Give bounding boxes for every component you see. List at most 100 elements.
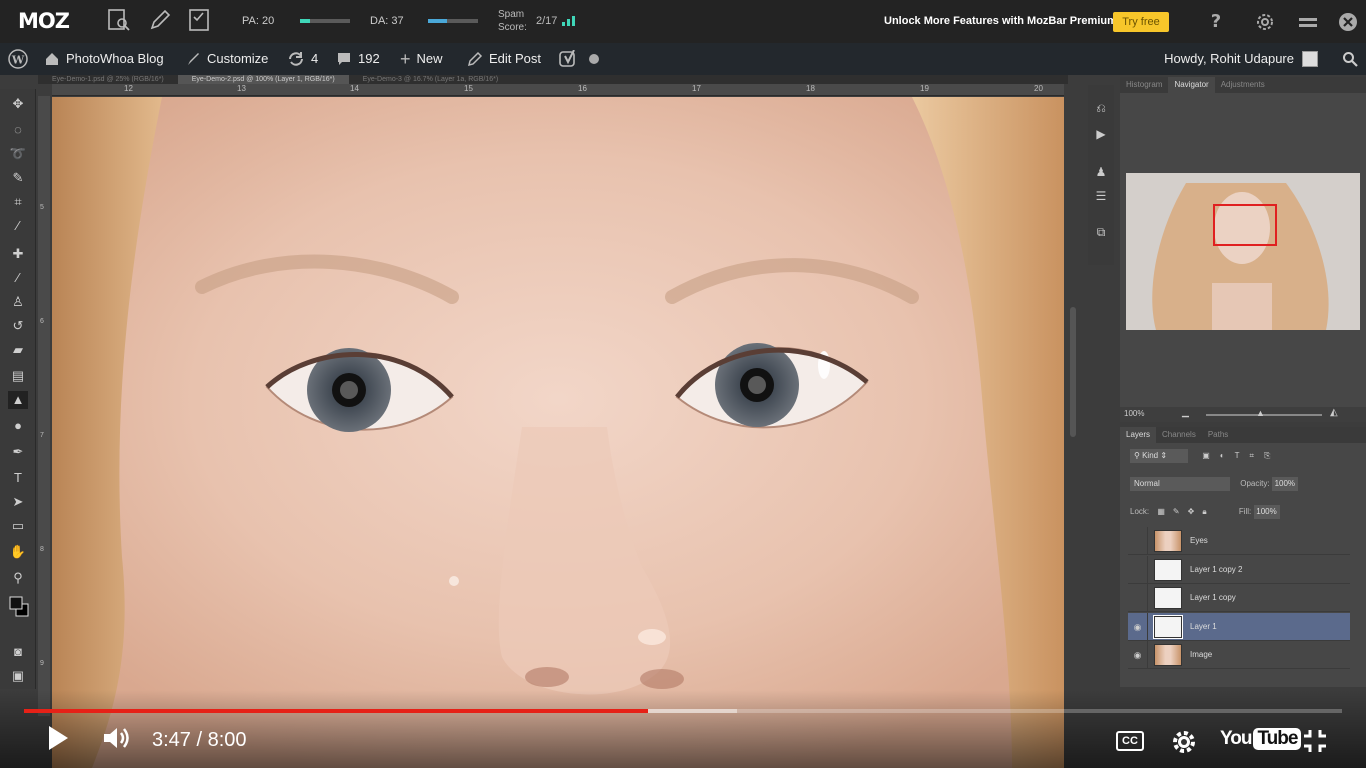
adjust-sliders-icon[interactable]: ☰ bbox=[1093, 189, 1109, 205]
layer-visibility-eye-icon[interactable] bbox=[1128, 527, 1148, 555]
site-name-link[interactable]: PhotoWhoa Blog bbox=[44, 43, 164, 75]
history-brush-tool-icon[interactable]: ↺ bbox=[8, 317, 28, 335]
minimize-bar-icon[interactable] bbox=[1296, 10, 1320, 34]
zoom-out-icon[interactable]: ▁ bbox=[1182, 407, 1189, 418]
blend-mode-select[interactable]: Normal bbox=[1130, 477, 1230, 491]
video-progress-bar[interactable] bbox=[24, 709, 1342, 713]
edit-post-link[interactable]: Edit Post bbox=[467, 43, 541, 75]
clone-stamp-tool-icon[interactable]: ♙ bbox=[8, 293, 28, 311]
wordpress-logo-icon[interactable]: W bbox=[8, 43, 28, 75]
path-select-tool-icon[interactable]: ➤ bbox=[8, 493, 28, 511]
exit-fullscreen-button[interactable] bbox=[1302, 728, 1328, 759]
da-bar-fill bbox=[428, 19, 447, 23]
serp-overlay-icon[interactable] bbox=[187, 7, 213, 33]
layer-thumbnail bbox=[1154, 644, 1182, 666]
layer-row[interactable]: Layer 1 copy bbox=[1128, 584, 1350, 612]
tab-layers[interactable]: Layers bbox=[1120, 427, 1157, 443]
customize-link[interactable]: Customize bbox=[185, 43, 268, 75]
seo-status-dot-icon[interactable] bbox=[588, 43, 600, 75]
quick-select-tool-icon[interactable]: ✎ bbox=[8, 169, 28, 187]
healing-brush-tool-icon[interactable]: ✚ bbox=[8, 245, 28, 263]
crop-tool-icon[interactable]: ⌗ bbox=[8, 193, 28, 211]
dodge-tool-icon[interactable]: ● bbox=[8, 417, 28, 435]
layer-thumbnail bbox=[1154, 558, 1182, 581]
da-bar bbox=[428, 19, 478, 23]
marquee-tool-icon[interactable]: ◌ bbox=[8, 121, 28, 139]
gradient-tool-icon[interactable]: ▤ bbox=[8, 367, 28, 385]
fill-input[interactable]: 100% bbox=[1253, 505, 1280, 519]
brush-preset-icon[interactable]: ♟ bbox=[1093, 165, 1109, 181]
clone-source-icon[interactable]: ⧉ bbox=[1093, 225, 1109, 241]
updates-count: 4 bbox=[311, 51, 319, 66]
comments-link[interactable]: 192 bbox=[336, 43, 380, 75]
layer-row[interactable]: ◉ Image bbox=[1128, 641, 1350, 669]
settings-gear-icon[interactable] bbox=[1253, 10, 1277, 34]
captions-button[interactable]: CC bbox=[1116, 731, 1144, 751]
pen-tool-icon[interactable]: ✒ bbox=[8, 443, 28, 461]
tab-channels[interactable]: Channels bbox=[1156, 427, 1202, 443]
opacity-input[interactable]: 100% bbox=[1271, 477, 1298, 491]
volume-button[interactable] bbox=[102, 724, 134, 757]
navigator-zoom-bar: 100% ▁ ▲ ◭ bbox=[1120, 407, 1366, 422]
lock-icons[interactable]: ▦✎✥🔒︎ bbox=[1157, 507, 1214, 516]
zoom-value[interactable]: 100% bbox=[1124, 409, 1144, 418]
tab-paths[interactable]: Paths bbox=[1202, 427, 1234, 443]
doc-tab[interactable]: Eye-Demo-1.psd @ 25% (RGB/16*) bbox=[38, 75, 178, 84]
moz-logo[interactable]: MOZ bbox=[18, 9, 70, 33]
filter-kind-select[interactable]: ⚲ Kind ⇕ bbox=[1130, 449, 1188, 463]
new-content-link[interactable]: + New bbox=[400, 43, 443, 75]
shape-tool-icon[interactable]: ▭ bbox=[8, 517, 28, 535]
spam-bars-icon bbox=[562, 16, 576, 27]
layer-visibility-eye-icon[interactable]: ◉ bbox=[1128, 612, 1148, 641]
type-tool-icon[interactable]: T bbox=[8, 469, 28, 487]
yoast-seo-icon[interactable] bbox=[559, 43, 579, 75]
layer-visibility-eye-icon[interactable] bbox=[1128, 584, 1148, 612]
youtube-player-controls: 3:47 / 8:00 CC You Tube bbox=[0, 690, 1366, 768]
doc-tab-active[interactable]: Eye-Demo-2.psd @ 100% (Layer 1, RGB/16*) bbox=[177, 75, 349, 84]
highlight-pencil-icon[interactable] bbox=[147, 7, 173, 33]
play-button[interactable] bbox=[46, 724, 70, 757]
layer-row[interactable]: ◉ Layer 1 bbox=[1128, 612, 1350, 641]
navigator-thumbnail[interactable] bbox=[1126, 173, 1360, 330]
close-icon[interactable] bbox=[1336, 10, 1360, 34]
blur-tool-icon[interactable]: ▲ bbox=[8, 391, 28, 409]
tab-adjustments[interactable]: Adjustments bbox=[1215, 77, 1271, 93]
face-photo bbox=[52, 97, 1064, 768]
color-swatches-icon[interactable] bbox=[8, 595, 30, 617]
hand-tool-icon[interactable]: ✋ bbox=[8, 543, 28, 561]
help-icon[interactable]: ? bbox=[1204, 10, 1228, 34]
canvas-vertical-scrollbar[interactable] bbox=[1066, 97, 1080, 717]
layer-row[interactable]: Layer 1 copy 2 bbox=[1128, 555, 1350, 584]
actions-play-icon[interactable]: ▶ bbox=[1093, 127, 1109, 143]
settings-button[interactable] bbox=[1170, 728, 1198, 761]
filter-type-icons[interactable]: ▣◐T⌗⎘ bbox=[1202, 451, 1280, 460]
layer-visibility-eye-icon[interactable] bbox=[1128, 555, 1148, 584]
layer-visibility-eye-icon[interactable]: ◉ bbox=[1128, 641, 1148, 669]
youtube-logo-tube: Tube bbox=[1253, 728, 1302, 750]
lasso-tool-icon[interactable]: ➰ bbox=[8, 145, 28, 163]
doc-tab[interactable]: Eye-Demo-3 @ 16.7% (Layer 1a, RGB/16*) bbox=[349, 75, 513, 84]
play-icon bbox=[49, 726, 68, 750]
tab-histogram[interactable]: Histogram bbox=[1120, 77, 1168, 93]
updates-link[interactable]: 4 bbox=[287, 43, 318, 75]
eraser-tool-icon[interactable]: ▰ bbox=[8, 341, 28, 359]
try-free-button[interactable]: Try free bbox=[1113, 12, 1169, 32]
zoom-slider-handle[interactable]: ▲ bbox=[1256, 408, 1265, 418]
move-tool-icon[interactable]: ✥ bbox=[8, 95, 28, 113]
quick-mask-icon[interactable]: ◙ bbox=[8, 643, 28, 661]
page-analysis-icon[interactable] bbox=[106, 7, 132, 33]
zoom-in-icon[interactable]: ◭ bbox=[1330, 407, 1338, 418]
search-icon[interactable] bbox=[1342, 43, 1358, 75]
document-canvas[interactable] bbox=[52, 97, 1064, 768]
zoom-tool-icon[interactable]: ⚲ bbox=[8, 569, 28, 587]
layer-row[interactable]: Eyes bbox=[1128, 527, 1350, 555]
screen-mode-icon[interactable]: ▣ bbox=[8, 667, 28, 685]
youtube-logo[interactable]: You Tube bbox=[1220, 728, 1302, 750]
tab-navigator[interactable]: Navigator bbox=[1168, 77, 1215, 93]
eyedropper-tool-icon[interactable]: ⁄ bbox=[8, 217, 28, 235]
history-panel-icon[interactable]: ⎌ bbox=[1093, 101, 1109, 117]
user-account-menu[interactable]: Howdy, Rohit Udapure bbox=[1164, 43, 1318, 75]
new-label: New bbox=[416, 51, 443, 66]
layer-thumbnail bbox=[1154, 587, 1182, 609]
brush-tool-icon[interactable]: ∕ bbox=[8, 269, 28, 287]
